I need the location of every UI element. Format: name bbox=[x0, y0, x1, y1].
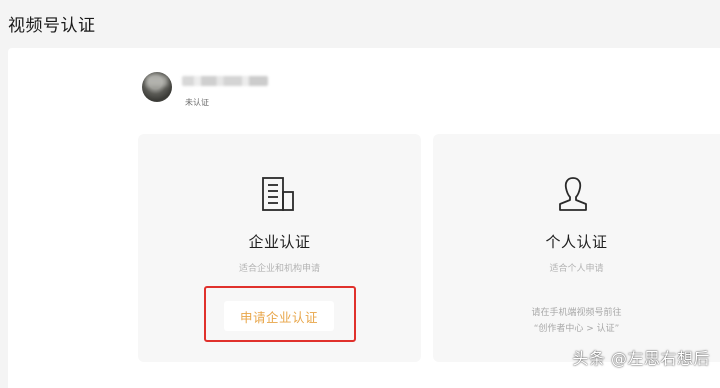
page-title: 视频号认证 bbox=[8, 11, 96, 36]
enterprise-subtitle: 适合企业和机构申请 bbox=[138, 261, 421, 274]
personal-hint-line2: “创作者中心 > 认证” bbox=[433, 321, 720, 334]
personal-title: 个人认证 bbox=[433, 231, 720, 252]
personal-subtitle: 适合个人申请 bbox=[433, 261, 720, 274]
personal-hint-line1: 请在手机端视频号前往 bbox=[433, 305, 720, 318]
watermark: 头条 @左思右想后 bbox=[572, 345, 710, 369]
person-icon bbox=[555, 174, 591, 214]
page-header: 视频号认证 bbox=[0, 0, 720, 48]
building-icon bbox=[260, 174, 296, 214]
verification-status: 未认证 bbox=[185, 97, 209, 108]
enterprise-verification-card[interactable]: 企业认证 适合企业和机构申请 申请企业认证 bbox=[138, 134, 421, 362]
account-info: 未认证 bbox=[142, 70, 442, 110]
apply-enterprise-button[interactable]: 申请企业认证 bbox=[224, 301, 334, 331]
enterprise-title: 企业认证 bbox=[138, 231, 421, 252]
account-nickname-blurred bbox=[182, 76, 268, 86]
main-panel: 未认证 企业认证 适合企业和机构申请 申请企业认证 个人认证 适合个人申请 请在… bbox=[8, 48, 720, 388]
avatar bbox=[142, 72, 172, 102]
personal-verification-card: 个人认证 适合个人申请 请在手机端视频号前往 “创作者中心 > 认证” bbox=[433, 134, 720, 362]
